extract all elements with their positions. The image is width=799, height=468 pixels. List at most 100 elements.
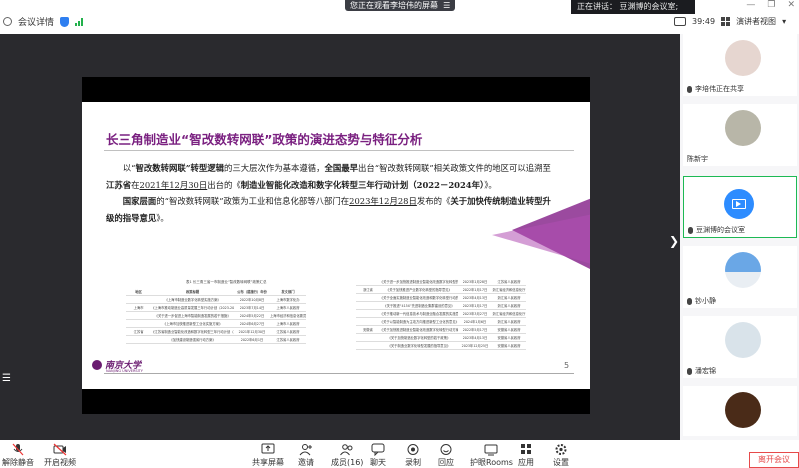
table-cell: 政策标题	[185, 290, 200, 294]
participant-tile[interactable]: 陈新宇	[683, 104, 797, 166]
table-cell: 浙江省人民政府	[497, 304, 521, 308]
participant-tile[interactable]: 钞小静	[683, 246, 797, 308]
table-cell: 《加快建设制造强省行动方案》	[169, 338, 216, 342]
security-shield-icon[interactable]	[60, 16, 70, 27]
chat-button[interactable]: 聊天	[370, 443, 386, 468]
avatar	[725, 110, 761, 146]
add-user-icon	[299, 444, 312, 456]
record-icon	[407, 444, 419, 455]
members-icon	[340, 444, 353, 456]
table-cell: 2023年3月27日	[462, 312, 488, 316]
mic-icon	[687, 85, 692, 93]
table-cell: 上海市经济和信息化委员会等	[269, 314, 306, 318]
participant-tile[interactable]	[683, 386, 797, 436]
reactions-button[interactable]: 回应	[438, 443, 454, 468]
participant-tile-speaking[interactable]: 豆渊博的会议室	[683, 176, 797, 238]
minimize-icon[interactable]: —	[746, 0, 755, 10]
side-menu-icon[interactable]: ☰	[2, 374, 14, 386]
table-cell: 公布（或施行）年份	[237, 290, 267, 294]
table-cell: 2024年5月22日	[239, 314, 265, 318]
avatar	[725, 252, 761, 288]
meeting-info[interactable]: 会议详情	[3, 15, 84, 28]
policy-tables: 表1 长三角三省一市制造业“智改数转网联”政策汇总 地区 政策标题 公布（或施行）年…	[126, 280, 546, 360]
bottom-divider	[104, 373, 574, 374]
table-row: 江苏省 《江苏省制造业智能化改造和数字化转型三年行动计划（2022－2024年）》…	[126, 328, 306, 336]
left-policy-table: 地区 政策标题 公布（或施行）年份 发文部门 《上海市制造业数字化转型实施方案》 2022…	[126, 288, 306, 344]
slide-title: 长三角制造业“智改数转网联”政策的演进态势与特征分析	[106, 132, 423, 147]
table-cell: 2022年5月17日	[462, 328, 488, 332]
info-icon	[3, 17, 12, 26]
share-screen-button[interactable]: 共享屏幕	[252, 443, 284, 468]
bottom-toolbar: 解除静音 开启视频 共享屏幕 邀请 成员(16) 聊天 录制 回应 护眼Room…	[0, 440, 799, 468]
participant-video-panel: 李培伟正在共享 陈新宇 豆渊博的会议室 钞小静 潘宏锦	[680, 34, 799, 440]
participant-label: 李培伟正在共享	[687, 84, 744, 94]
speaker-view-button[interactable]: 演讲者视图	[736, 16, 776, 27]
viewing-screen-banner[interactable]: 您正在观看李培伟的屏幕 ☰	[345, 0, 456, 11]
apps-icon	[521, 444, 531, 454]
table-cell: 江苏省人民政府	[276, 330, 300, 334]
participant-label: 钞小静	[687, 296, 716, 306]
mic-icon	[687, 367, 692, 375]
table-cell: 《关于推进“415X”先进制造业集群建设的意见》	[383, 304, 455, 308]
table-row: 《关于以智能制造为主攻方向推进新型工业化的意见》 2024年1月6日 浙江省人民政府	[356, 318, 526, 326]
slide-page-number: 5	[564, 361, 570, 370]
participant-label: 陈新宇	[687, 155, 708, 163]
apps-button[interactable]: 应用	[518, 443, 534, 468]
settings-button[interactable]: 设置	[553, 443, 569, 468]
table-cell: 《关于加快推进制造业智能化改造数字化转型行动方案》	[379, 328, 458, 332]
close-icon[interactable]: ✕	[787, 0, 795, 10]
university-logo: 南京大学 NANJING UNIVERSITY	[92, 358, 143, 373]
chat-icon	[371, 443, 385, 456]
network-signal-icon[interactable]	[75, 17, 84, 26]
table-cell: 浙江省人民政府	[497, 320, 521, 324]
table-cell: 地区	[135, 290, 142, 294]
university-seal-icon	[92, 359, 102, 370]
table-cell: 《关于加快制造业数字化转型的若干政策》	[387, 336, 451, 340]
table-cell: 《关于进一步促进上海市智能制造发展的若干措施》	[154, 314, 231, 318]
participant-tile[interactable]: 潘宏锦	[683, 316, 797, 378]
table-cell: 2024年1月6日	[463, 320, 487, 324]
table-cell: 《关于制造业数字化转型发展的指导意见》	[387, 344, 451, 348]
table-cell: 《关于加快推进产业数字化转型的指导意见》	[385, 288, 452, 292]
paragraph-1: 以“智改数转网联”转型逻辑的三大层次作为基本遵循，全国最早出台“智改数转网联”相…	[106, 163, 551, 190]
members-button[interactable]: 成员(16)	[331, 443, 363, 468]
table-row: 《关于进一步加快推进制造业智能化改造数字化转型的实施意见》 2023年1月28日 江…	[356, 278, 526, 286]
camera-icon	[53, 443, 67, 456]
table-cell: 《上海市加快推进新型工业化实施方案》	[162, 322, 223, 326]
chevron-right-icon[interactable]: ❯	[669, 234, 679, 248]
invite-button[interactable]: 邀请	[298, 443, 314, 468]
mic-icon	[687, 297, 692, 305]
participant-tile[interactable]: 李培伟正在共享	[683, 34, 797, 96]
chevron-down-icon[interactable]: ▾	[782, 17, 786, 26]
menu-icon[interactable]: ☰	[441, 1, 450, 10]
table-cell: 发文部门	[281, 290, 295, 294]
network-icon[interactable]	[674, 17, 686, 26]
start-video-button[interactable]: 开启视频	[44, 443, 76, 468]
table-cell: 上海市人民政府	[276, 306, 300, 310]
meeting-details-label[interactable]: 会议详情	[18, 15, 54, 28]
rooms-button[interactable]: 护眼Rooms	[470, 443, 513, 468]
table-row: 《关于推动新一代信息技术与制造业融合发展的实施意见》 2023年3月27日 浙江省经…	[356, 310, 526, 318]
table-cell: 浙江省经济和信息化厅	[492, 288, 526, 292]
record-button[interactable]: 录制	[405, 443, 421, 468]
table-caption: 表1 长三角三省一市制造业“智改数转网联”政策汇总	[186, 280, 267, 284]
avatar	[725, 40, 761, 76]
leave-meeting-button[interactable]: 离开会议	[749, 452, 799, 468]
unmute-button[interactable]: 解除静音	[2, 443, 34, 468]
table-cell: 2022年10月8日	[239, 298, 265, 302]
table-cell: 江苏省	[133, 330, 144, 334]
table-cell: 2024年6月27日	[239, 322, 265, 326]
table-cell: 浙江省人民政府	[497, 296, 521, 300]
table-row: 安徽省 《关于加快推进制造业智能化改造数字化转型行动方案》 2022年5月17日 安徽…	[356, 326, 526, 334]
table-cell: 《江苏省制造业智能化改造和数字化转型三年行动计划（2022－2024年）》	[151, 330, 234, 334]
table-cell: 2023年4月13日	[462, 336, 488, 340]
table-cell: 2022年1月17日	[462, 288, 488, 292]
paragraph-2: 国家层面的“智改数转网联”政策为工业和信息化部等八部门在2023年12月28日发…	[106, 196, 551, 223]
restore-icon[interactable]: ❐	[767, 0, 775, 10]
table-cell: 江苏省人民政府	[497, 280, 521, 284]
view-grid-icon[interactable]	[721, 17, 731, 26]
table-cell: 《关于以智能制造为主攻方向推进新型工业化的意见》	[379, 320, 458, 324]
smile-icon	[440, 444, 452, 455]
avatar	[725, 322, 761, 358]
slide-frame: 长三角制造业“智改数转网联”政策的演进态势与特征分析 以“智改数转网联”转型逻辑…	[82, 77, 590, 414]
